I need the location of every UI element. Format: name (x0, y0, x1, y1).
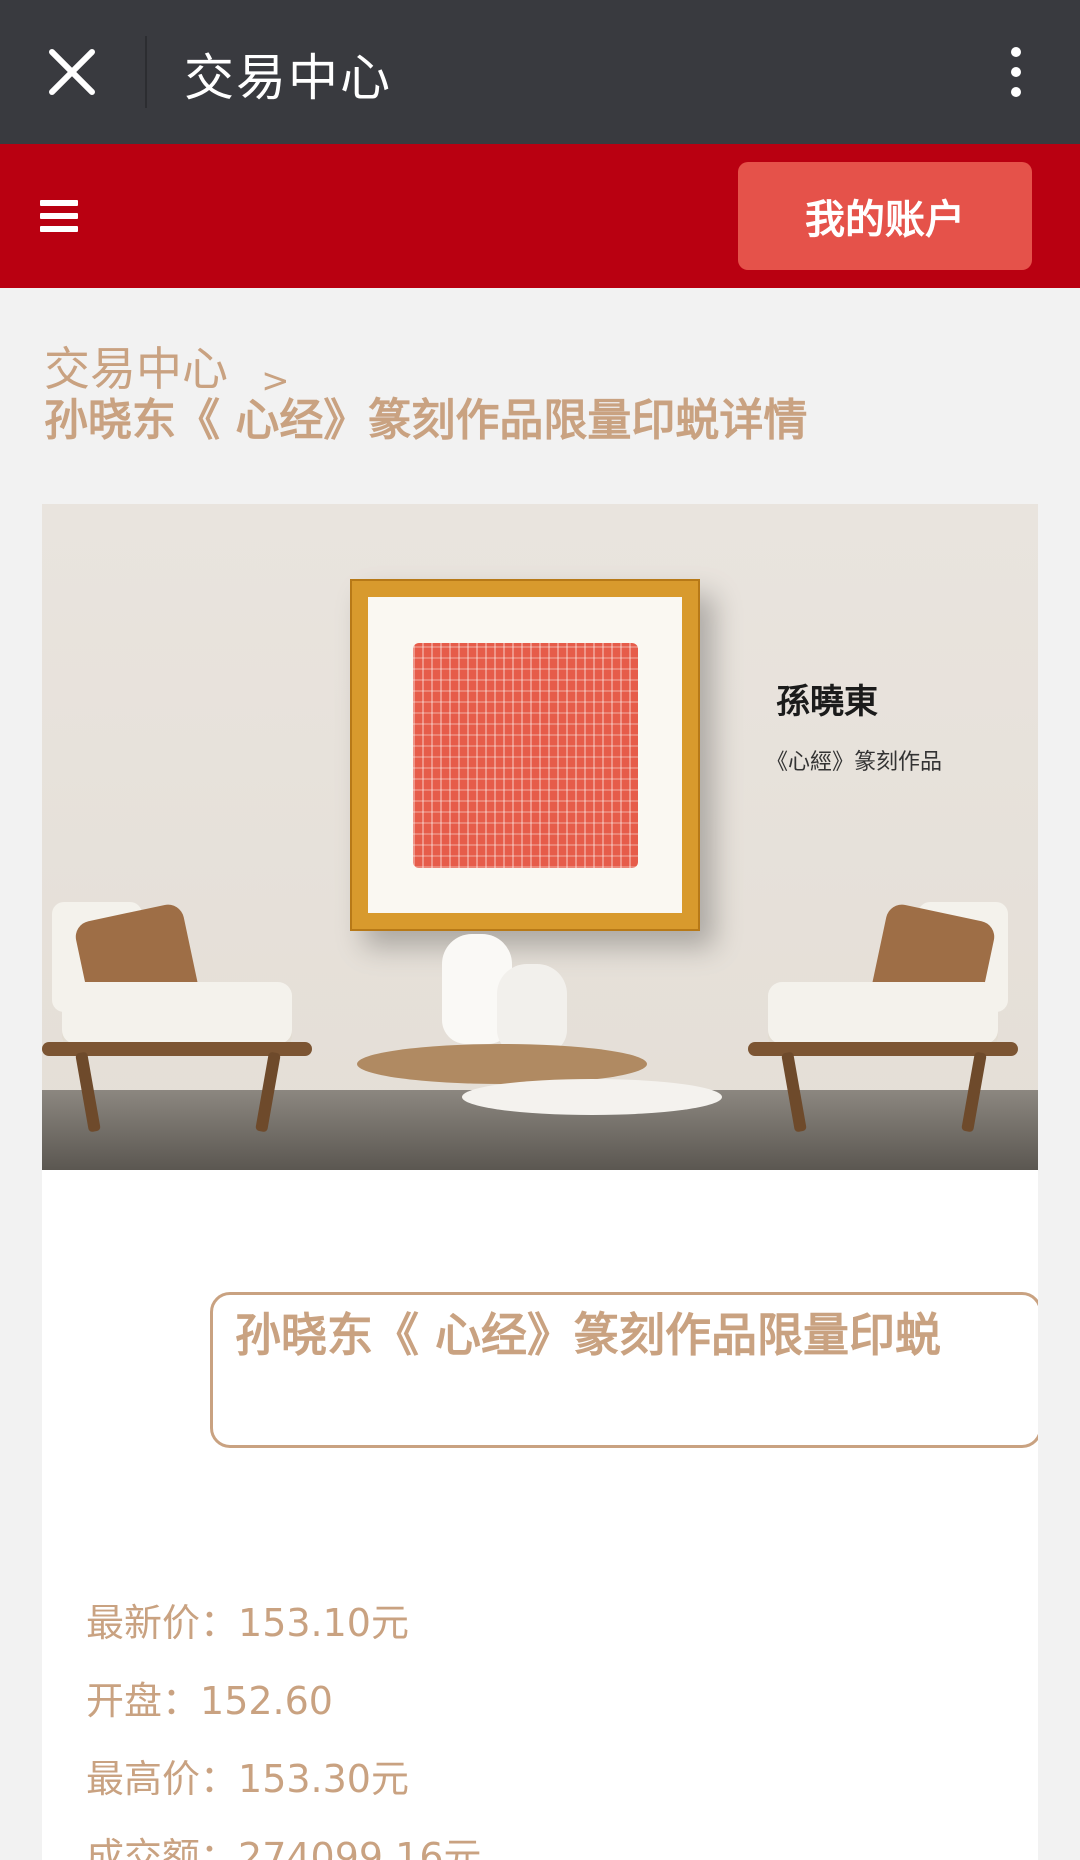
more-vertical-icon (1011, 47, 1021, 57)
stat-high-price: 最高价：153.30元 (86, 1757, 409, 1801)
coffee-table (357, 1044, 647, 1084)
stat-turnover: 成交额：274099.16元 (86, 1835, 482, 1860)
chair-left (42, 892, 332, 1133)
image-caption-subtitle: 《心經》篆刻作品 (766, 750, 943, 775)
product-title-box: 孙晓东《 心经》篆刻作品限量印蜕 (210, 1292, 1038, 1448)
close-button[interactable] (36, 36, 108, 108)
menu-icon (40, 200, 78, 206)
breadcrumb: 交易中心 > 孙晓东《 心经》篆刻作品限量印蜕详情 (44, 342, 1044, 449)
product-image: 孫曉東 《心經》篆刻作品 (42, 504, 1038, 1170)
coffee-table (462, 1079, 722, 1115)
stat-latest-price: 最新价：153.10元 (86, 1601, 409, 1645)
image-caption-name: 孫曉東 (776, 682, 878, 722)
product-title: 孙晓东《 心经》篆刻作品限量印蜕 (235, 1308, 942, 1362)
breadcrumb-current: 孙晓东《 心经》篆刻作品限量印蜕详情 (44, 394, 808, 446)
menu-button[interactable] (40, 188, 96, 244)
site-header: 我的账户 (0, 144, 1080, 288)
page-title: 交易中心 (184, 49, 392, 107)
price-info: 最新价：153.10元 开盘：152.60 最高价：153.30元 成交额：27… (86, 1584, 986, 1860)
breadcrumb-home-link[interactable]: 交易中心 (44, 342, 228, 396)
my-account-button[interactable]: 我的账户 (738, 162, 1032, 270)
close-icon (49, 49, 95, 95)
app-top-bar: 交易中心 (0, 0, 1080, 144)
topbar-divider (145, 36, 147, 108)
stat-open-price: 开盘：152.60 (86, 1679, 333, 1723)
vase (497, 964, 567, 1054)
chair-right (748, 892, 1038, 1133)
product-card: 孫曉東 《心經》篆刻作品 孙晓东《 心经》篆刻作品限量印蜕 最新价：153.10… (42, 504, 1038, 1860)
more-options-button[interactable] (988, 36, 1044, 108)
artwork-frame (350, 579, 700, 931)
seal-artwork (412, 642, 638, 868)
